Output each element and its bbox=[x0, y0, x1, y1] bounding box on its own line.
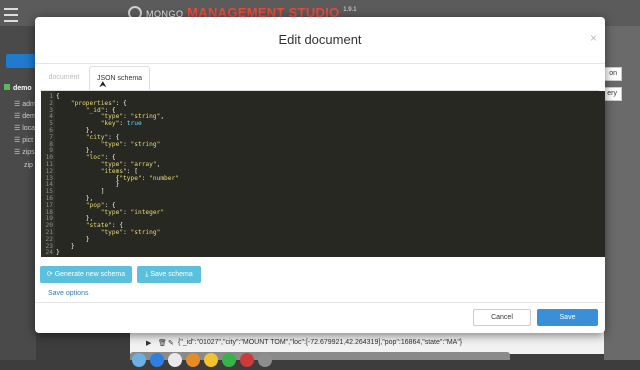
dock-app-icon[interactable] bbox=[258, 353, 272, 367]
database-icon bbox=[4, 84, 10, 90]
tab-document[interactable]: document bbox=[41, 66, 87, 89]
os-dock bbox=[130, 352, 510, 367]
sidebar-item[interactable]: ☰ loca bbox=[14, 124, 35, 132]
dock-app-icon[interactable] bbox=[240, 353, 254, 367]
code-text: } bbox=[56, 249, 60, 257]
sidebar-db-demo[interactable]: demo bbox=[4, 84, 32, 92]
code-editor[interactable]: 1{2 "properties": {3 "_id": {4 "type": "… bbox=[41, 91, 605, 257]
dock-app-icon[interactable] bbox=[168, 353, 182, 367]
edit-document-modal: Edit document × document JSON schema ⮝ 1… bbox=[35, 17, 605, 333]
sidebar: demo ☰ adm ☰ dem ☰ loca ☰ pict ☰ zips zi… bbox=[0, 26, 36, 360]
dock-app-icon[interactable] bbox=[132, 353, 146, 367]
close-icon[interactable]: × bbox=[590, 31, 597, 45]
sidebar-item[interactable]: ☰ adm bbox=[14, 100, 36, 108]
save-schema-button[interactable]: ⤓ Save schema bbox=[137, 266, 201, 283]
mouse-pointer-icon: ⮝ bbox=[99, 79, 107, 89]
sidebar-subitem[interactable]: zip bbox=[24, 162, 33, 169]
expand-icon[interactable]: ▶ bbox=[146, 339, 151, 347]
divider bbox=[35, 302, 605, 303]
dock-app-icon[interactable] bbox=[150, 353, 164, 367]
line-number: 24 bbox=[45, 249, 53, 257]
generate-new-schema-button[interactable]: ⟳ Generate new schema bbox=[40, 266, 132, 283]
cancel-button[interactable]: Cancel bbox=[473, 309, 531, 326]
modal-title: Edit document bbox=[278, 32, 362, 47]
dock-app-icon[interactable] bbox=[186, 353, 200, 367]
divider bbox=[35, 63, 605, 64]
sidebar-item[interactable]: ☰ zips bbox=[14, 148, 35, 156]
document-row-text: {"_id":"01027","city":"MOUNT TOM","loc":… bbox=[178, 339, 463, 346]
save-button[interactable]: Save bbox=[537, 309, 598, 326]
dock-app-icon[interactable] bbox=[204, 353, 218, 367]
sidebar-item[interactable]: ☰ pict bbox=[14, 136, 33, 144]
trash-icon[interactable]: 🗑 bbox=[158, 339, 167, 347]
tab-bar: document JSON schema bbox=[41, 66, 599, 91]
brand-version: 1.9.1 bbox=[343, 7, 357, 13]
edit-icon[interactable]: ✎ bbox=[168, 339, 174, 347]
menu-icon[interactable] bbox=[4, 8, 18, 22]
sidebar-item[interactable]: ☰ dem bbox=[14, 112, 36, 120]
dock-app-icon[interactable] bbox=[222, 353, 236, 367]
save-options-link[interactable]: Save options bbox=[48, 290, 88, 297]
sidebar-connect-button[interactable] bbox=[6, 54, 36, 68]
document-row[interactable]: ▶ 🗑 ✎ {"_id":"01027","city":"MOUNT TOM",… bbox=[130, 332, 604, 354]
